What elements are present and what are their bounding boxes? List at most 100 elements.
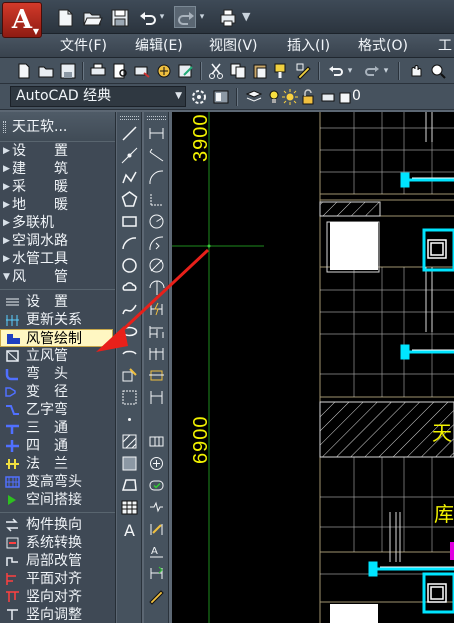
center-mark-icon[interactable] (147, 454, 166, 473)
construction-line-icon[interactable] (120, 146, 139, 165)
cut-icon[interactable] (206, 61, 226, 81)
dimension-space-icon[interactable] (147, 366, 166, 385)
inspection-icon[interactable] (147, 476, 166, 495)
chevron-down-icon[interactable]: ▾ (158, 6, 166, 28)
plot-preview-icon[interactable] (110, 61, 130, 81)
insert-block-icon[interactable] (120, 366, 139, 385)
command-item[interactable]: 四 通 (0, 437, 115, 455)
command-item[interactable]: 变 径 (0, 383, 115, 401)
baseline-dimension-icon[interactable] (147, 322, 166, 341)
chevron-down-icon[interactable]: ▾ (198, 6, 206, 28)
command-item[interactable]: 空间搭接 (0, 491, 115, 509)
menu-format[interactable]: 格式(O) (356, 37, 410, 55)
paste-icon[interactable] (250, 61, 270, 81)
command-item[interactable]: 风管绘制 (0, 329, 113, 347)
customize-dropdown-icon[interactable]: ▼ (242, 6, 250, 28)
plot-icon[interactable] (216, 6, 238, 28)
palette-title[interactable]: 天正软... (0, 112, 115, 142)
workspace-settings-icon[interactable] (189, 87, 209, 107)
dimension-text-edit-icon[interactable]: A (147, 542, 166, 561)
zoom-realtime-icon[interactable] (428, 61, 448, 81)
save-icon[interactable] (58, 61, 78, 81)
hatch-icon[interactable] (120, 432, 139, 451)
tolerance-icon[interactable] (147, 432, 166, 451)
open-icon[interactable] (36, 61, 56, 81)
command-item[interactable]: 平面对齐 (0, 570, 115, 588)
dimension-update-icon[interactable] (147, 564, 166, 583)
command-item[interactable]: 设 置 (0, 293, 115, 311)
layer-properties-icon[interactable] (244, 87, 264, 107)
menu-view[interactable]: 视图(V) (207, 37, 260, 55)
menu-insert[interactable]: 插入(I) (285, 37, 332, 55)
command-item[interactable]: 竖向调整 (0, 606, 115, 623)
category-item[interactable]: ▼ 风 管 (0, 268, 115, 286)
command-item[interactable]: 法 兰 (0, 455, 115, 473)
category-item[interactable]: ▶ 采 暖 (0, 178, 115, 196)
revision-cloud-icon[interactable] (120, 278, 139, 297)
sun-icon[interactable] (280, 87, 300, 107)
table-icon[interactable] (120, 498, 139, 517)
linear-dimension-icon[interactable] (147, 124, 166, 143)
drawing-canvas[interactable]: 3900 6900 天 库 (172, 112, 454, 623)
application-menu-button[interactable]: A ▼ (2, 2, 42, 38)
diameter-dimension-icon[interactable] (147, 256, 166, 275)
plot-icon[interactable] (88, 61, 108, 81)
lock-icon[interactable] (298, 87, 318, 107)
command-item[interactable]: 弯 头 (0, 365, 115, 383)
rectangle-icon[interactable] (120, 212, 139, 231)
radius-dimension-icon[interactable] (147, 212, 166, 231)
command-item[interactable]: 竖向对齐 (0, 588, 115, 606)
menu-tools[interactable]: 工 (436, 37, 454, 55)
arc-length-icon[interactable] (147, 168, 166, 187)
aligned-dimension-icon[interactable] (147, 146, 166, 165)
chevron-down-icon[interactable]: ▾ (382, 60, 390, 82)
multiline-text-icon[interactable]: A (120, 520, 139, 540)
command-item[interactable]: 更新关系 (0, 311, 115, 329)
line-icon[interactable] (120, 124, 139, 143)
command-item[interactable]: 变高弯头 (0, 473, 115, 491)
circle-icon[interactable] (120, 256, 139, 275)
3d-dwf-icon[interactable] (154, 61, 174, 81)
copy-icon[interactable] (228, 61, 248, 81)
arc-icon[interactable] (120, 234, 139, 253)
chevron-down-icon[interactable]: ▾ (346, 60, 354, 82)
drag-handle-icon[interactable] (120, 116, 139, 120)
angular-dimension-icon[interactable] (147, 278, 166, 297)
jogged-dimension-icon[interactable] (147, 234, 166, 253)
category-item[interactable]: ▶ 设 置 (0, 142, 115, 160)
command-item[interactable]: 构件换向 (0, 516, 115, 534)
drag-handle-icon[interactable] (3, 121, 6, 133)
undo-icon[interactable] (326, 61, 346, 81)
ordinate-dimension-icon[interactable] (147, 190, 166, 209)
command-item[interactable]: 乙字弯 (0, 401, 115, 419)
menu-file[interactable]: 文件(F) (58, 37, 109, 55)
publish-icon[interactable] (132, 61, 152, 81)
match-properties-icon[interactable] (272, 61, 292, 81)
jogged-linear-icon[interactable] (147, 498, 166, 517)
layer-color-swatch-icon[interactable] (335, 87, 351, 107)
gradient-icon[interactable] (120, 454, 139, 473)
redo-icon[interactable] (362, 61, 382, 81)
point-icon[interactable] (120, 410, 139, 429)
category-item[interactable]: ▶ 空调水路 (0, 232, 115, 250)
menu-edit[interactable]: 编辑(E) (133, 37, 185, 55)
workspace-select[interactable]: AutoCAD 经典 ▼ (10, 86, 186, 107)
dimension-style-icon[interactable] (147, 586, 166, 605)
command-item[interactable]: 系统转换 (0, 534, 115, 552)
workspace-icon[interactable] (211, 87, 231, 107)
open-icon[interactable] (80, 6, 103, 28)
category-item[interactable]: ▶ 地 暖 (0, 196, 115, 214)
spline-icon[interactable] (120, 300, 139, 319)
polygon-icon[interactable] (120, 190, 139, 209)
command-item[interactable]: 立风管 (0, 347, 115, 365)
category-item[interactable]: ▶ 多联机 (0, 214, 115, 232)
make-block-icon[interactable] (120, 388, 139, 407)
ellipse-arc-icon[interactable] (120, 344, 139, 363)
undo-icon[interactable] (136, 6, 158, 28)
category-item[interactable]: ▶ 建 筑 (0, 160, 115, 178)
dimension-break-icon[interactable] (147, 388, 166, 407)
redo-icon[interactable] (174, 6, 196, 28)
save-icon[interactable] (108, 6, 130, 28)
polyline-icon[interactable] (120, 168, 139, 187)
region-icon[interactable] (120, 476, 139, 495)
